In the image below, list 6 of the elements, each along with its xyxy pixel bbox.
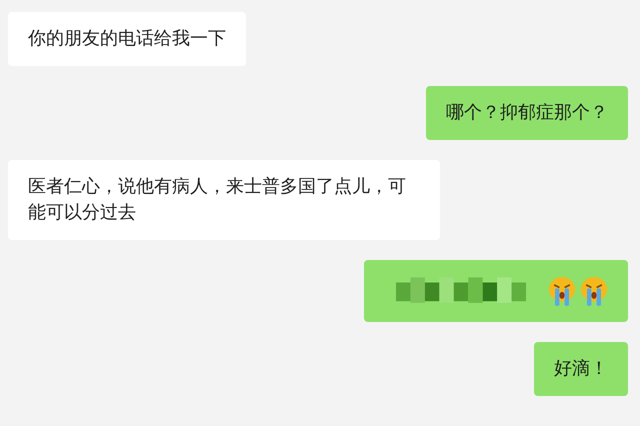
message-text: 好滴！: [554, 357, 608, 381]
message-text: 医者仁心，说他有病人，来士普多国了点儿，可能可以分过去: [28, 175, 407, 225]
crying-emoji-icon: [548, 276, 576, 306]
message-text: 哪个？抑郁症那个？: [446, 101, 608, 125]
message-text: 你的朋友的电话给我一下: [28, 27, 226, 51]
crying-emoji-icon: [580, 276, 608, 306]
